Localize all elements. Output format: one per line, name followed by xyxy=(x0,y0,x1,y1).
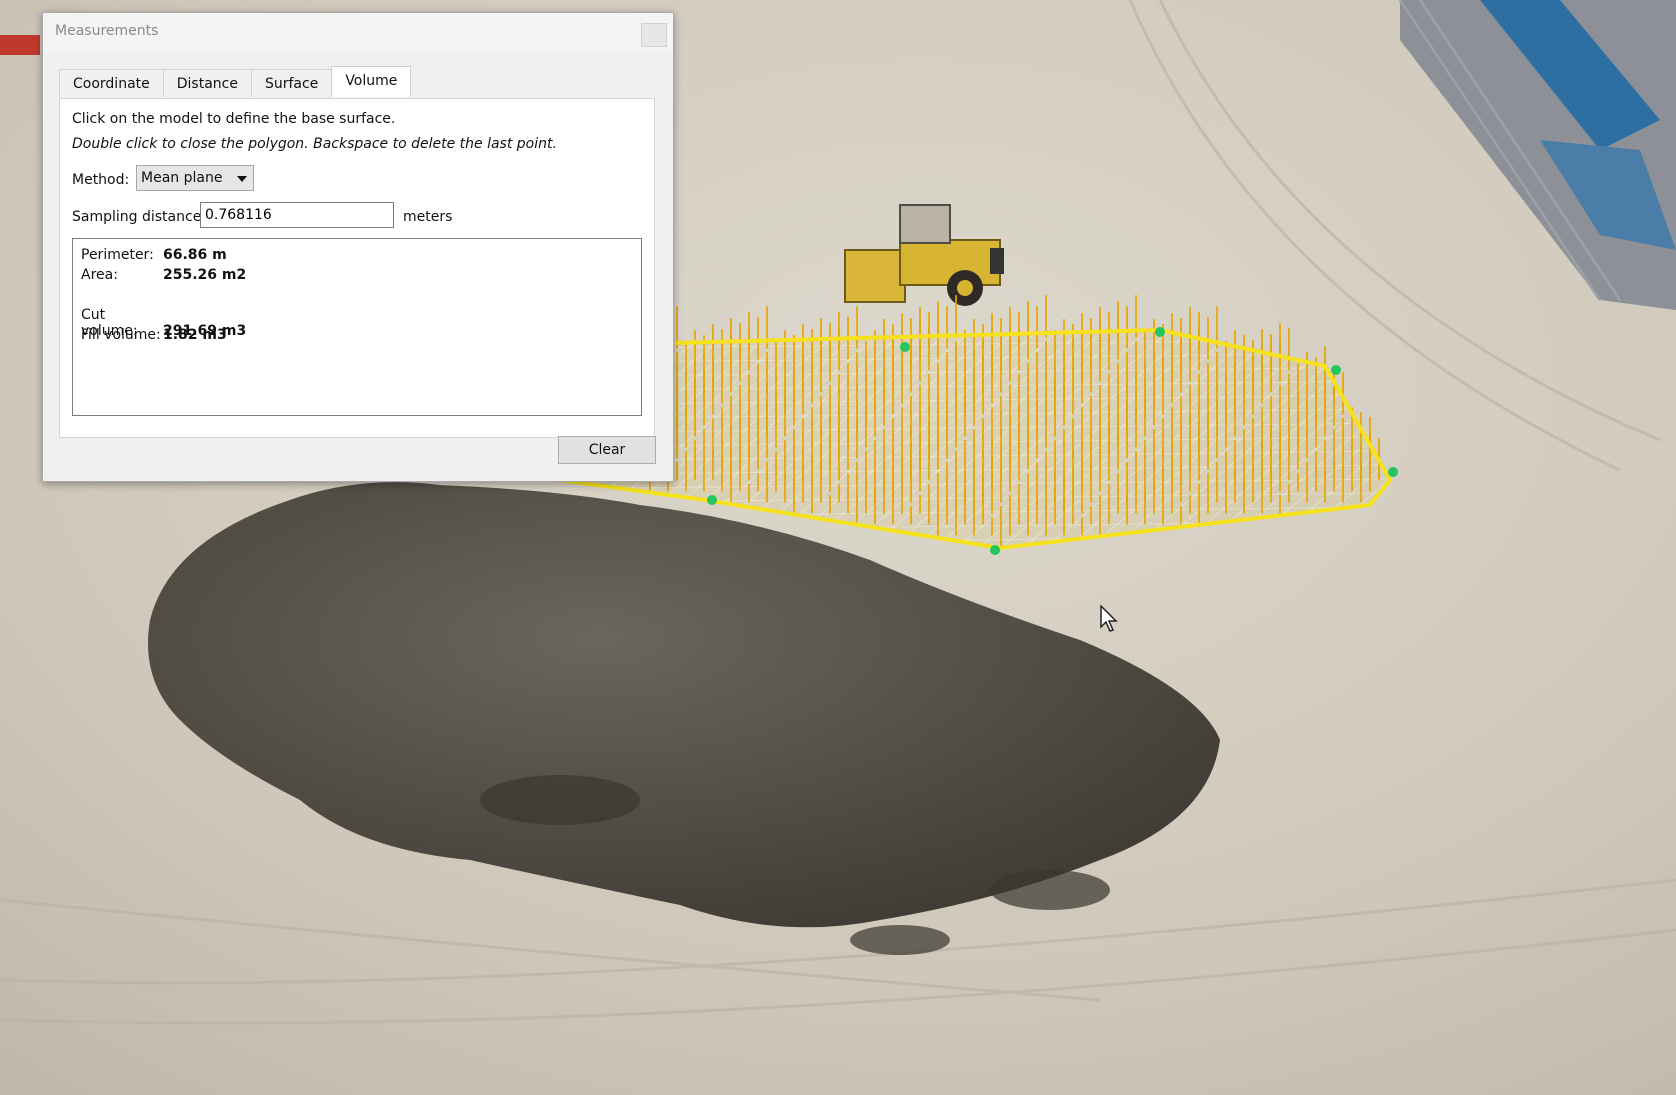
sampling-unit-label: meters xyxy=(403,209,453,225)
perimeter-label: Perimeter: xyxy=(81,247,154,263)
chevron-down-icon xyxy=(237,176,247,182)
tab-distance[interactable]: Distance xyxy=(162,69,252,97)
perimeter-value: 66.86 m xyxy=(163,247,227,263)
instruction-hint: Double click to close the polygon. Backs… xyxy=(72,136,557,152)
dialog-title: Measurements xyxy=(55,23,159,39)
clear-button[interactable]: Clear xyxy=(558,436,656,464)
method-selected-value: Mean plane xyxy=(141,170,223,186)
fill-volume-value: 1.82 m3 xyxy=(163,327,227,343)
tab-volume[interactable]: Volume xyxy=(331,66,412,97)
results-box: Perimeter: 66.86 m Area: 255.26 m2 Cut vol… xyxy=(72,238,642,416)
measurement-tabs: Coordinate Distance Surface Volume xyxy=(59,66,412,99)
measurements-dialog: Measurements Coordinate Distance Surface… xyxy=(42,12,674,482)
sampling-distance-label: Sampling distance: xyxy=(72,209,207,225)
mouse-cursor-icon xyxy=(1100,605,1118,632)
dialog-titlebar[interactable]: Measurements xyxy=(43,13,673,53)
area-value: 255.26 m2 xyxy=(163,267,247,283)
area-label: Area: xyxy=(81,267,118,283)
method-label: Method: xyxy=(72,172,130,188)
close-button[interactable] xyxy=(641,23,667,47)
instruction-text: Click on the model to define the base su… xyxy=(72,111,396,127)
volume-panel: Click on the model to define the base su… xyxy=(59,98,655,438)
method-dropdown[interactable]: Mean plane xyxy=(136,165,254,191)
tab-surface[interactable]: Surface xyxy=(250,69,333,97)
red-barrier xyxy=(0,35,40,55)
perimeter-row: Perimeter: 66.86 m xyxy=(81,247,227,263)
fill-volume-row: Fill volume: 1.82 m3 xyxy=(81,327,227,343)
fill-volume-label: Fill volume: xyxy=(81,327,161,343)
tab-coordinate[interactable]: Coordinate xyxy=(59,69,164,97)
area-row: Area: 255.26 m2 xyxy=(81,267,246,283)
sampling-distance-input[interactable] xyxy=(200,202,394,228)
